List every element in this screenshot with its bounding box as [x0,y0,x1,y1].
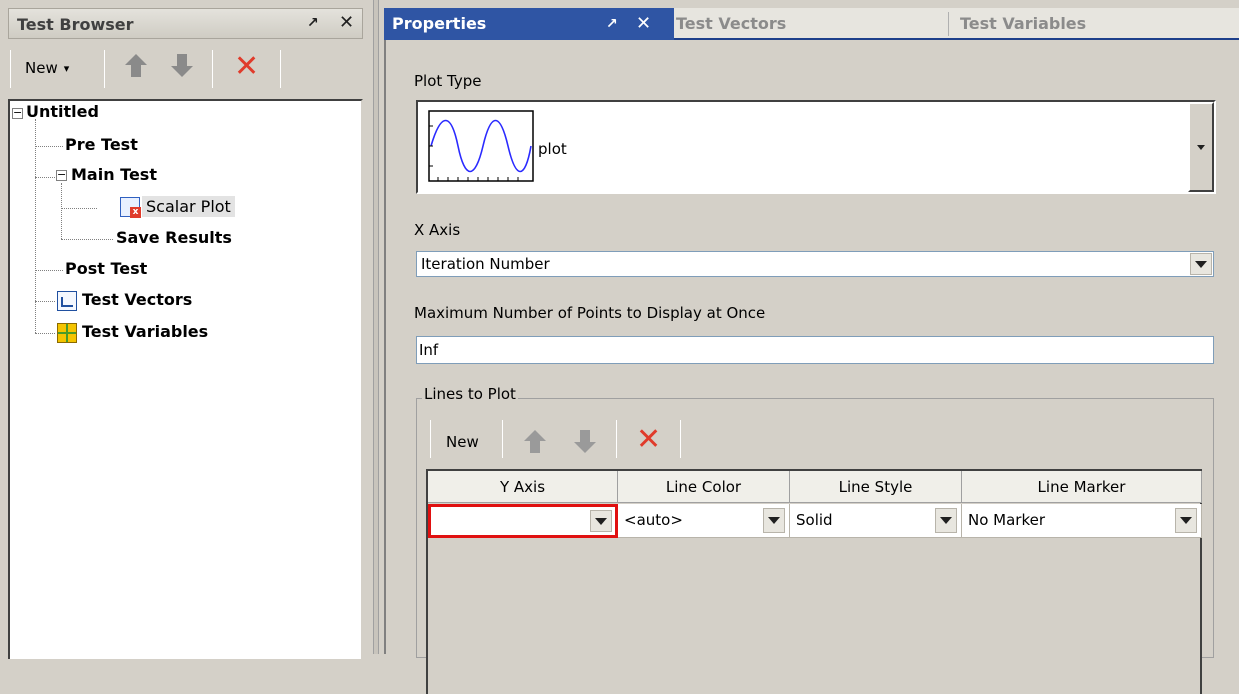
delete-icon: ✕ [636,422,662,457]
tree-connector [35,146,63,147]
chevron-down-icon [1197,144,1205,150]
tree-connector [35,301,55,302]
plot-type-value: plot [538,140,567,158]
tree-item-main-test[interactable]: Main Test [71,165,157,184]
properties-panel: Plot Type plot X Axis Iteration Number M… [384,40,1239,694]
tree-connector [61,183,62,239]
plot-type-list[interactable]: plot [416,100,1216,194]
x-axis-select[interactable]: Iteration Number [416,251,1214,277]
test-browser-header: Test Browser ↗ ✕ [8,8,363,39]
tree-item-pre-test[interactable]: Pre Test [65,135,138,154]
close-icon[interactable]: ✕ [636,13,651,34]
lines-move-down-button[interactable] [574,430,596,453]
test-browser-pane: Test Browser ↗ ✕ New ▾ ✕ − Untitled Pre … [0,0,373,659]
chevron-down-icon [1180,517,1192,524]
line-color-value: <auto> [624,511,683,529]
arrow-up-icon [524,430,546,453]
line-style-select[interactable]: Solid [790,504,962,538]
test-browser-toolbar: New ▾ ✕ [8,44,363,96]
plot-type-label: Plot Type [414,72,482,90]
tab-properties-label: Properties [392,14,487,33]
plot-type-dropdown-button[interactable] [1188,102,1214,192]
toolbar-separator [616,420,617,458]
line-marker-select[interactable]: No Marker [962,504,1202,538]
toolbar-separator [212,50,213,88]
arrow-down-icon [170,54,194,77]
test-browser-title: Test Browser [17,15,134,34]
lines-move-up-button[interactable] [524,430,546,453]
vectors-icon [57,291,77,311]
tab-test-variables-label: Test Variables [960,14,1087,33]
variables-icon [57,323,77,343]
scalar-plot-icon: x [120,197,141,218]
arrow-up-icon [124,54,148,77]
move-down-button[interactable] [170,54,194,80]
arrow-down-icon [574,430,596,453]
max-points-label: Maximum Number of Points to Display at O… [414,304,766,322]
column-header-y-axis[interactable]: Y Axis [428,471,618,503]
lines-new-button[interactable]: New [446,433,479,451]
delete-button[interactable]: ✕ [234,52,259,82]
pane-splitter[interactable] [373,0,379,654]
close-icon[interactable]: ✕ [339,14,354,32]
sine-plot-icon [428,110,534,182]
y-axis-select[interactable] [428,504,618,538]
toolbar-separator [680,420,681,458]
tree-item-save-results[interactable]: Save Results [116,228,232,247]
chevron-down-icon [1195,260,1207,268]
toolbar-separator [280,50,281,88]
toolbar-separator [104,50,105,88]
tree-item-scalar-plot[interactable]: Scalar Plot [142,196,235,217]
tab-test-vectors[interactable]: Test Vectors [668,8,948,40]
tree-connector [61,208,97,209]
chevron-down-icon [595,517,607,525]
line-color-select[interactable]: <auto> [618,504,790,538]
test-tree: − Untitled Pre Test − Main Test x Scalar… [8,99,363,659]
collapse-icon[interactable]: − [12,107,23,119]
line-marker-dropdown-button[interactable] [1175,508,1197,533]
y-axis-dropdown-button[interactable] [590,510,612,532]
tree-connector [35,270,63,271]
line-marker-value: No Marker [968,511,1046,529]
column-header-line-color[interactable]: Line Color [618,471,790,503]
tab-test-variables[interactable]: Test Variables [952,8,1239,40]
chevron-down-icon: ▾ [63,61,70,75]
tab-separator [948,12,949,36]
tree-item-test-variables[interactable]: Test Variables [82,322,208,341]
new-button[interactable]: New ▾ [20,54,74,82]
toolbar-separator [430,420,431,458]
lines-table: Y Axis Line Color Line Style Line Marker… [426,469,1202,694]
column-header-line-marker[interactable]: Line Marker [962,471,1202,503]
move-up-button[interactable] [124,54,148,80]
chevron-down-icon [940,517,952,524]
line-style-value: Solid [796,511,833,529]
lines-delete-button[interactable]: ✕ [636,425,661,455]
lines-to-plot-label: Lines to Plot [422,385,518,403]
x-axis-label: X Axis [414,221,461,239]
undock-icon[interactable]: ↗ [606,16,618,32]
undock-icon[interactable]: ↗ [307,15,319,31]
max-points-input[interactable]: Inf [416,336,1214,364]
toolbar-separator [502,420,503,458]
line-color-dropdown-button[interactable] [763,508,785,533]
line-style-dropdown-button[interactable] [935,508,957,533]
collapse-icon[interactable]: − [56,169,67,181]
x-axis-value: Iteration Number [421,255,550,273]
tab-bar: Properties ↗ ✕ Test Vectors Test Variabl… [384,8,1239,40]
new-button-label: New [25,59,58,77]
tab-properties[interactable]: Properties ↗ ✕ [384,8,674,40]
tree-item-post-test[interactable]: Post Test [65,259,147,278]
chevron-down-icon [768,517,780,524]
toolbar-separator [10,50,11,88]
tree-connector [35,177,55,178]
tree-connector [61,239,113,240]
delete-icon: ✕ [234,49,260,84]
tree-item-untitled[interactable]: Untitled [26,102,99,121]
tab-test-vectors-label: Test Vectors [676,14,787,33]
x-axis-dropdown-button[interactable] [1190,253,1212,275]
tree-connector [35,333,55,334]
column-header-line-style[interactable]: Line Style [790,471,962,503]
tree-item-test-vectors[interactable]: Test Vectors [82,290,192,309]
